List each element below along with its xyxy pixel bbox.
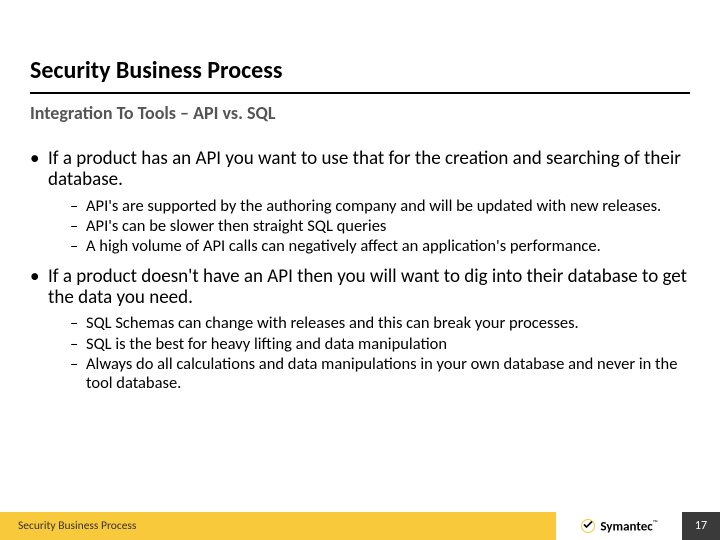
- check-circle-icon: [580, 518, 596, 534]
- slide: Security Business Process Integration To…: [0, 0, 720, 540]
- bullet-item: • If a product has an API you want to us…: [30, 148, 690, 191]
- bullet-text: If a product doesn't have an API then yo…: [48, 266, 690, 309]
- trademark: ™: [653, 518, 658, 527]
- footer-label: Security Business Process: [18, 519, 136, 533]
- bullet-marker: •: [30, 266, 48, 309]
- footer-bar: Security Business Process: [0, 512, 556, 540]
- bullet-item: • If a product doesn't have an API then …: [30, 266, 690, 309]
- sub-text: SQL is the best for heavy lifting and da…: [86, 335, 690, 353]
- brand-name: Symantec: [600, 519, 652, 534]
- sub-text: Always do all calculations and data mani…: [86, 355, 690, 392]
- title-divider: [30, 92, 690, 94]
- bullet-text: If a product has an API you want to use …: [48, 148, 690, 191]
- sub-item: –SQL Schemas can change with releases an…: [70, 314, 690, 332]
- sub-item: –A high volume of API calls can negative…: [70, 237, 690, 255]
- sub-item: –API's are supported by the authoring co…: [70, 197, 690, 215]
- sub-item: –API's can be slower then straight SQL q…: [70, 217, 690, 235]
- content-area: • If a product has an API you want to us…: [30, 142, 690, 392]
- sub-text: A high volume of API calls can negativel…: [86, 237, 690, 255]
- footer: Security Business Process Symantec™ 17: [0, 512, 720, 540]
- sub-text: SQL Schemas can change with releases and…: [86, 314, 690, 332]
- dash-marker: –: [70, 335, 86, 353]
- dash-marker: –: [70, 355, 86, 392]
- sub-list: –API's are supported by the authoring co…: [70, 197, 690, 256]
- dash-marker: –: [70, 314, 86, 332]
- sub-item: –Always do all calculations and data man…: [70, 355, 690, 392]
- sub-text: API's can be slower then straight SQL qu…: [86, 217, 690, 235]
- dash-marker: –: [70, 217, 86, 235]
- slide-title: Security Business Process: [30, 56, 282, 85]
- slide-subtitle: Integration To Tools – API vs. SQL: [30, 102, 275, 124]
- sub-list: –SQL Schemas can change with releases an…: [70, 314, 690, 392]
- dash-marker: –: [70, 237, 86, 255]
- sub-text: API's are supported by the authoring com…: [86, 197, 690, 215]
- dash-marker: –: [70, 197, 86, 215]
- bullet-marker: •: [30, 148, 48, 191]
- brand-logo: Symantec™: [556, 512, 682, 540]
- page-number: 17: [682, 512, 720, 540]
- sub-item: –SQL is the best for heavy lifting and d…: [70, 335, 690, 353]
